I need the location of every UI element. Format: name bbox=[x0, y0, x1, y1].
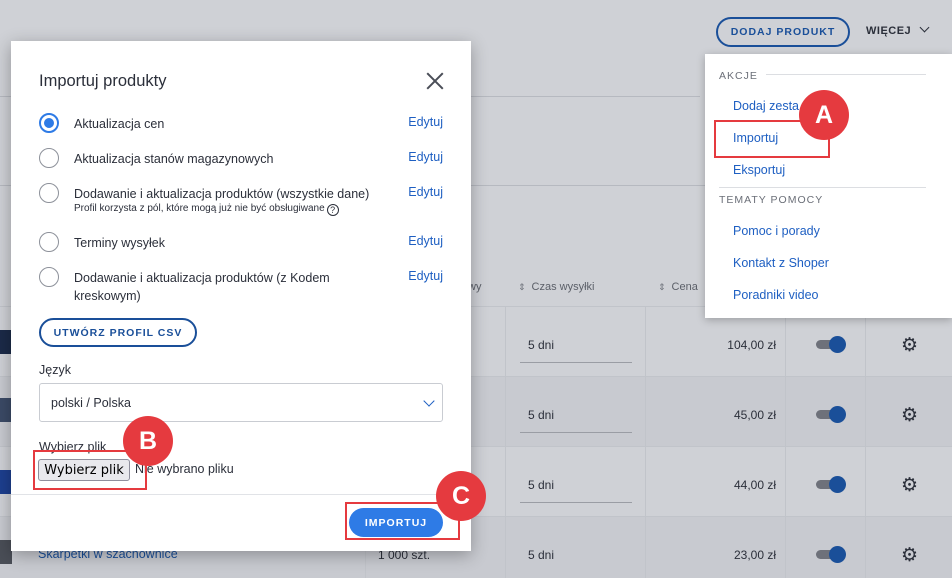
menu-item-help-tips[interactable]: Pomoc i porady bbox=[733, 224, 820, 238]
annotation-badge-a: A bbox=[799, 90, 849, 140]
create-csv-profile-button[interactable]: UTWÓRZ PROFIL CSV bbox=[39, 318, 197, 347]
language-value: polski / Polska bbox=[51, 396, 131, 410]
sort-icon: ⇕ bbox=[518, 282, 526, 292]
visibility-toggle[interactable] bbox=[816, 476, 846, 493]
option-label: Dodawanie i aktualizacja produktów (wszy… bbox=[74, 187, 370, 201]
radio-button[interactable] bbox=[39, 232, 59, 252]
import-option-stock[interactable]: Aktualizacja stanów magazynowych Edytuj bbox=[39, 148, 443, 172]
edit-link[interactable]: Edytuj bbox=[408, 150, 443, 164]
menu-item-export[interactable]: Eksportuj bbox=[733, 163, 785, 177]
option-sublabel-text: Profil korzysta z pól, które mogą już ni… bbox=[74, 203, 325, 214]
shipping-time-cell: 5 dni bbox=[528, 338, 555, 352]
visibility-toggle[interactable] bbox=[816, 336, 846, 353]
price-cell: 44,00 zł bbox=[733, 478, 776, 492]
add-product-button[interactable]: DODAJ PRODUKT bbox=[716, 17, 850, 47]
more-menu-label: WIĘCEJ bbox=[866, 25, 912, 37]
shipping-time-cell: 5 dni bbox=[528, 478, 555, 492]
option-label: Terminy wysyłek bbox=[74, 236, 165, 250]
more-menu-button[interactable]: WIĘCEJ bbox=[866, 22, 930, 37]
column-label: Czas wysyłki bbox=[531, 281, 595, 293]
annotation-badge-c: C bbox=[436, 471, 486, 521]
language-select[interactable]: polski / Polska bbox=[39, 383, 443, 422]
import-option-all-data[interactable]: Dodawanie i aktualizacja produktów (wszy… bbox=[39, 183, 443, 223]
language-label: Język bbox=[39, 363, 71, 377]
price-cell: 45,00 zł bbox=[733, 408, 776, 422]
column-header-shipping[interactable]: ⇕ Czas wysyłki bbox=[518, 281, 595, 293]
price-cell: 104,00 zł bbox=[727, 338, 776, 352]
menu-item-video-guides[interactable]: Poradniki video bbox=[733, 288, 818, 302]
radio-button[interactable] bbox=[39, 148, 59, 168]
gear-icon[interactable]: ⚙ bbox=[901, 406, 918, 425]
gear-icon[interactable]: ⚙ bbox=[901, 336, 918, 355]
gear-icon[interactable]: ⚙ bbox=[901, 546, 918, 565]
gear-icon[interactable]: ⚙ bbox=[901, 476, 918, 495]
divider bbox=[719, 187, 926, 188]
column-header-price[interactable]: ⇕ Cena bbox=[658, 281, 698, 293]
chevron-down-icon bbox=[919, 22, 930, 33]
divider bbox=[520, 502, 632, 503]
import-option-shipping-times[interactable]: Terminy wysyłek Edytuj bbox=[39, 232, 443, 256]
visibility-toggle[interactable] bbox=[816, 546, 846, 563]
radio-button[interactable] bbox=[39, 267, 59, 287]
divider bbox=[520, 362, 632, 363]
column-label: Cena bbox=[671, 281, 698, 293]
shipping-time-cell: 5 dni bbox=[528, 408, 555, 422]
option-label: Dodawanie i aktualizacja produktów (z Ko… bbox=[74, 271, 330, 303]
edit-link[interactable]: Edytuj bbox=[408, 185, 443, 199]
option-sublabel: Profil korzysta z pól, które mogą już ni… bbox=[74, 203, 339, 216]
import-option-barcode[interactable]: Dodawanie i aktualizacja produktów (z Ko… bbox=[39, 267, 443, 307]
divider bbox=[11, 494, 471, 495]
radio-button[interactable] bbox=[39, 183, 59, 203]
menu-item-contact[interactable]: Kontakt z Shoper bbox=[733, 256, 829, 270]
sort-icon: ⇕ bbox=[658, 282, 666, 292]
menu-item-add-set[interactable]: Dodaj zesta bbox=[733, 99, 799, 113]
edit-link[interactable]: Edytuj bbox=[408, 269, 443, 283]
help-icon[interactable]: ? bbox=[326, 204, 339, 216]
import-option-prices[interactable]: Aktualizacja cen Edytuj bbox=[39, 113, 443, 137]
shipping-time-cell: 5 dni bbox=[528, 548, 555, 562]
edit-link[interactable]: Edytuj bbox=[408, 115, 443, 129]
close-icon[interactable] bbox=[425, 71, 445, 91]
option-label: Aktualizacja cen bbox=[74, 117, 165, 131]
annotation-badge-b: B bbox=[123, 416, 173, 466]
modal-title: Importuj produkty bbox=[39, 72, 167, 90]
option-label: Aktualizacja stanów magazynowych bbox=[74, 152, 274, 166]
menu-section-help: TEMATY POMOCY bbox=[719, 194, 824, 206]
divider bbox=[520, 432, 632, 433]
visibility-toggle[interactable] bbox=[816, 406, 846, 423]
chevron-down-icon bbox=[423, 395, 435, 407]
menu-section-actions: AKCJE bbox=[719, 70, 766, 82]
price-cell: 23,00 zł bbox=[733, 548, 776, 562]
radio-button[interactable] bbox=[39, 113, 59, 133]
edit-link[interactable]: Edytuj bbox=[408, 234, 443, 248]
